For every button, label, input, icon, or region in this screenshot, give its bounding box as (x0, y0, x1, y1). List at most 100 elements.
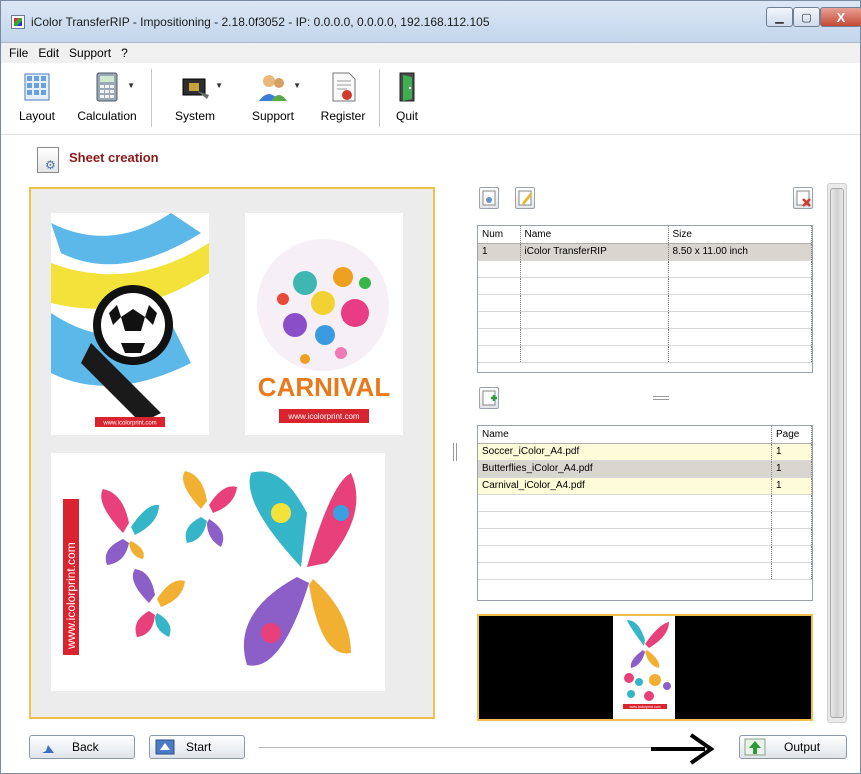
right-arrow-icon (651, 733, 715, 765)
file-page-cell: 1 (771, 460, 812, 478)
minimize-button[interactable]: ▁ (766, 7, 793, 27)
files-table-header: Name Page (478, 426, 812, 444)
app-icon (11, 15, 25, 29)
table-row[interactable]: Carnival_iColor_A4.pdf 1 (478, 477, 812, 495)
soccer-url-text: www.icolorprint.com (102, 421, 156, 427)
media-settings-button[interactable] (479, 187, 499, 209)
gear-icon (482, 190, 496, 206)
system-label: System (174, 109, 215, 123)
butterflies-design-image[interactable]: www.icolorprint.com (51, 453, 385, 691)
file-page-cell: 1 (771, 443, 812, 461)
quit-label: Quit (395, 109, 418, 123)
output-button[interactable]: Output (739, 735, 847, 759)
file-name-cell: Butterflies_iColor_A4.pdf (478, 460, 772, 478)
menu-edit[interactable]: Edit (38, 46, 59, 60)
quit-button[interactable]: Quit (389, 71, 425, 123)
upload-arrow-icon (744, 738, 766, 756)
menu-file[interactable]: File (9, 46, 28, 60)
column-header-page[interactable]: Page (771, 426, 812, 444)
print-preview[interactable]: www.icolorprint.com (477, 614, 813, 721)
media-delete-button[interactable] (793, 187, 813, 209)
toolbar-separator (151, 69, 152, 127)
calculation-button[interactable]: ▼ Calculation (71, 71, 143, 123)
scrollbar-thumb[interactable] (830, 188, 844, 718)
delete-icon (796, 190, 811, 207)
media-table-header: Num Name Size (478, 226, 812, 244)
table-row (478, 328, 812, 346)
quit-door-icon (391, 71, 423, 103)
menu-support[interactable]: Support (69, 46, 111, 60)
sheet-canvas[interactable]: www.icolorprint.com CARNIVAL www.icolorp… (29, 187, 435, 719)
table-row[interactable]: Butterflies_iColor_A4.pdf 1 (478, 460, 812, 478)
back-label: Back (72, 740, 99, 754)
butterflies-url-text: www.icolorprint.com (64, 542, 78, 650)
back-button[interactable]: Back (29, 735, 135, 759)
layout-grid-icon (21, 71, 53, 103)
soccer-design-image[interactable]: www.icolorprint.com (51, 213, 209, 435)
file-name-cell: Carnival_iColor_A4.pdf (478, 477, 772, 495)
table-row (478, 545, 812, 563)
footer-divider (259, 747, 699, 748)
table-row (478, 294, 812, 312)
table-row (478, 494, 812, 512)
calculator-icon: ▼ (91, 71, 135, 103)
close-button[interactable]: X (820, 7, 861, 27)
toolbar-separator (379, 69, 380, 127)
sheet-settings-icon (37, 147, 59, 173)
chevron-down-icon: ▼ (293, 81, 301, 90)
maximize-button[interactable]: ▢ (793, 7, 820, 27)
window-title: iColor TransferRIP - Impositioning - 2.1… (31, 15, 490, 29)
menu-bar: File Edit Support ? (1, 43, 860, 63)
table-row (478, 260, 812, 278)
table-row[interactable]: Soccer_iColor_A4.pdf 1 (478, 443, 812, 461)
table-row (478, 528, 812, 546)
column-header-size[interactable]: Size (668, 226, 812, 244)
add-file-button[interactable] (479, 387, 499, 409)
media-name-cell: iColor TransferRIP (520, 243, 669, 261)
edit-pencil-icon (518, 190, 532, 206)
add-file-icon (482, 390, 497, 406)
start-label: Start (186, 740, 212, 754)
register-label: Register (320, 109, 366, 123)
table-row[interactable]: 1 iColor TransferRIP 8.50 x 11.00 inch (478, 243, 812, 261)
register-button[interactable]: Register (317, 71, 369, 123)
vertical-splitter-grip[interactable] (453, 443, 457, 461)
support-users-icon: ▼ (257, 71, 301, 103)
media-table[interactable]: Num Name Size 1 iColor TransferRIP 8.50 … (477, 225, 813, 373)
column-header-num[interactable]: Num (478, 226, 521, 244)
section-title: Sheet creation (69, 149, 159, 165)
media-edit-button[interactable] (515, 187, 535, 209)
file-page-cell: 1 (771, 477, 812, 495)
files-table[interactable]: Name Page Soccer_iColor_A4.pdf 1 Butterf… (477, 425, 813, 601)
column-header-name[interactable]: Name (520, 226, 669, 244)
menu-help[interactable]: ? (121, 46, 128, 60)
app-window: iColor TransferRIP - Impositioning - 2.1… (0, 0, 861, 774)
register-certificate-icon (327, 71, 359, 103)
support-button[interactable]: ▼ Support (245, 71, 301, 123)
section-header: Sheet creation (37, 147, 159, 173)
start-button[interactable]: Start (149, 735, 245, 759)
media-num-cell: 1 (478, 243, 521, 261)
carnival-word-text: CARNIVAL (258, 372, 391, 402)
support-label: Support (251, 109, 295, 123)
start-home-icon (154, 738, 176, 756)
table-row (478, 511, 812, 529)
carnival-design-image[interactable]: CARNIVAL www.icolorprint.com (245, 213, 403, 435)
media-size-cell: 8.50 x 11.00 inch (668, 243, 812, 261)
toolbar: Layout ▼ Calculation ▼ System ▼ Support … (1, 63, 860, 135)
system-chip-icon: ▼ (179, 71, 223, 103)
file-name-cell: Soccer_iColor_A4.pdf (478, 443, 772, 461)
carnival-url-text: www.icolorprint.com (287, 412, 359, 421)
table-row (478, 311, 812, 329)
chevron-down-icon: ▼ (215, 81, 223, 90)
horizontal-splitter-grip[interactable] (653, 396, 669, 400)
table-row (478, 277, 812, 295)
layout-button[interactable]: Layout (15, 71, 59, 123)
chevron-down-icon: ▼ (127, 81, 135, 90)
table-row (478, 345, 812, 363)
column-header-filename[interactable]: Name (478, 426, 772, 444)
system-button[interactable]: ▼ System (169, 71, 223, 123)
table-row (478, 562, 812, 580)
calculation-label: Calculation (77, 109, 137, 123)
vertical-scrollbar[interactable] (827, 183, 847, 723)
